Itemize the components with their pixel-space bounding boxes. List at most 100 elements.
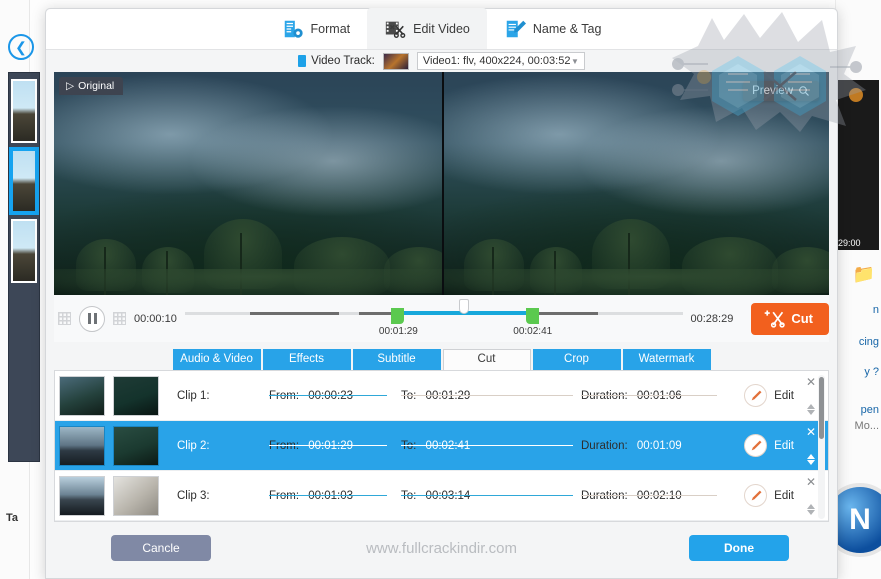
video-track-thumbnail <box>382 52 409 70</box>
sub-tab-cut[interactable]: Cut <box>442 349 531 370</box>
trim-start-handle[interactable] <box>391 308 405 324</box>
original-badge: ▷ Original <box>59 77 124 95</box>
clip-list-panel: Clip 1: From: 00:00:23 To: 00:01:29 Dura… <box>54 370 829 522</box>
tab-edit-video[interactable]: Edit Video <box>367 8 487 49</box>
clip-start-thumbnail <box>59 375 105 416</box>
original-badge-label: Original <box>78 80 115 92</box>
clip-name: Clip 2: <box>177 439 210 452</box>
background-text-1: n <box>872 304 879 316</box>
background-thumbnail-selected[interactable] <box>11 149 37 213</box>
sub-tab-effects[interactable]: Effects <box>262 349 351 370</box>
clip-name: Clip 1: <box>177 389 210 402</box>
preview-frame-right <box>441 72 829 295</box>
close-icon[interactable]: ✕ <box>806 476 816 488</box>
back-arrow-icon[interactable]: ❮ <box>8 34 34 60</box>
from-label: From: <box>269 439 300 452</box>
to-label: To: <box>401 439 417 452</box>
name-tag-pencil-icon <box>506 20 526 37</box>
sub-tab-watermark[interactable]: Watermark <box>622 349 711 370</box>
video-track-label-group: Video Track: <box>298 55 375 67</box>
grid-icon[interactable] <box>58 312 71 325</box>
tab-name-tag-label: Name & Tag <box>532 21 602 36</box>
clip-list-scrollbar[interactable] <box>818 375 825 519</box>
clip-start-thumbnail <box>59 425 105 466</box>
background-thumbnail[interactable] <box>11 79 37 143</box>
done-button[interactable]: Done <box>689 535 789 561</box>
record-dot-icon <box>849 88 863 102</box>
clip-duration-value: 00:01:06 <box>636 389 682 402</box>
cancel-button[interactable]: Cancle <box>111 535 211 561</box>
preview-button-label: Preview <box>752 85 793 97</box>
clip-to-value: 00:03:14 <box>425 489 471 502</box>
tab-name-tag[interactable]: Name & Tag <box>487 8 619 49</box>
clip-from-field[interactable]: From: 00:01:03 <box>269 490 401 502</box>
clip-edit-label: Edit <box>774 439 794 452</box>
preview-frame-left <box>54 72 454 295</box>
video-preview-area[interactable]: ▷ Original Preview <box>54 72 829 295</box>
background-text-3: y ? <box>864 366 879 378</box>
close-icon[interactable]: ✕ <box>806 376 816 388</box>
clip-duration-value: 00:01:09 <box>636 439 682 452</box>
playback-controls <box>54 305 126 332</box>
clip-from-field[interactable]: From: 00:01:29 <box>269 440 401 452</box>
video-track-bar: Video Track: Video1: flv, 400x224, 00:03… <box>46 50 837 72</box>
clip-duration-field: Duration: 00:01:09 <box>581 440 721 452</box>
clip-from-field[interactable]: From: 00:00:23 <box>269 390 401 402</box>
grid-icon[interactable] <box>113 312 126 325</box>
video-track-label: Video Track: <box>311 55 375 67</box>
sub-tab-crop[interactable]: Crop <box>532 349 621 370</box>
clip-to-value: 00:02:41 <box>425 439 471 452</box>
table-row[interactable]: Clip 2: From: 00:01:29 To: 00:02:41 Dura… <box>55 421 828 471</box>
background-thumbnail-column <box>8 72 40 462</box>
clip-order-stepper[interactable] <box>807 504 815 515</box>
background-tag-label: Ta <box>6 512 19 524</box>
clip-start-thumbnail <box>59 475 105 516</box>
clip-order-stepper[interactable] <box>807 404 815 415</box>
sub-tab-subtitle[interactable]: Subtitle <box>352 349 441 370</box>
clip-name: Clip 3: <box>177 489 210 502</box>
sub-tab-audio-video[interactable]: Audio & Video <box>172 349 261 370</box>
timeline-track[interactable]: 00:01:29 00:02:41 <box>184 295 683 342</box>
magnifier-icon <box>799 86 809 96</box>
background-right-panel: 29:00 📁 n cing y ? pen Mo... N <box>823 0 881 579</box>
scissors-plus-icon <box>765 310 786 328</box>
background-text-5: Mo... <box>854 420 879 432</box>
dialog-footer: Cancle www.fullcrackindir.com Done <box>46 522 837 574</box>
close-icon[interactable]: ✕ <box>806 426 816 438</box>
cut-button-label: Cut <box>791 311 813 326</box>
preview-button[interactable]: Preview <box>743 81 819 101</box>
clip-to-field[interactable]: To: 00:03:14 <box>401 490 581 502</box>
folder-icon[interactable]: 📁 <box>853 264 875 285</box>
clip-order-stepper[interactable] <box>807 454 815 465</box>
clip-to-field[interactable]: To: 00:02:41 <box>401 440 581 452</box>
clip-from-value: 00:01:03 <box>308 489 353 502</box>
playhead-marker[interactable] <box>458 299 469 314</box>
clip-to-field[interactable]: To: 00:01:29 <box>401 390 581 402</box>
video-track-icon <box>298 55 307 67</box>
clip-edit-label: Edit <box>774 489 794 502</box>
clip-edit-label: Edit <box>774 389 794 402</box>
dialog-top-tabs: Format Edit Video Name & Tag <box>46 8 837 50</box>
table-row[interactable]: Clip 3: From: 00:01:03 To: 00:03:14 Dura… <box>55 471 828 521</box>
pencil-icon <box>744 484 768 507</box>
film-scissors-icon <box>385 21 406 38</box>
timeline-segment <box>249 312 340 315</box>
timeline-bar: 00:00:10 00:01:29 00:02:41 00:28:29 Cut <box>54 295 829 342</box>
table-row[interactable]: Clip 1: From: 00:00:23 To: 00:01:29 Dura… <box>55 371 828 421</box>
video-track-select[interactable]: Video1: flv, 400x224, 00:03:52 ▼ <box>416 52 585 70</box>
tab-format[interactable]: Format <box>265 8 368 49</box>
duration-label: Duration: <box>581 489 628 502</box>
to-label: To: <box>401 389 417 402</box>
format-document-icon <box>284 20 303 38</box>
trim-end-label: 00:02:41 <box>513 326 553 337</box>
video-track-selected-value: Video1: flv, 400x224, 00:03:52 <box>422 55 571 67</box>
timeline-end-time: 00:28:29 <box>690 312 734 325</box>
trim-end-handle[interactable] <box>525 308 539 324</box>
pencil-icon <box>744 434 768 457</box>
cut-button[interactable]: Cut <box>751 302 829 335</box>
clip-end-thumbnail <box>113 475 159 516</box>
background-thumbnail[interactable] <box>11 219 37 283</box>
background-video-thumbnail[interactable]: 29:00 <box>837 80 879 250</box>
clip-end-thumbnail <box>113 425 159 466</box>
pause-button[interactable] <box>79 305 105 332</box>
